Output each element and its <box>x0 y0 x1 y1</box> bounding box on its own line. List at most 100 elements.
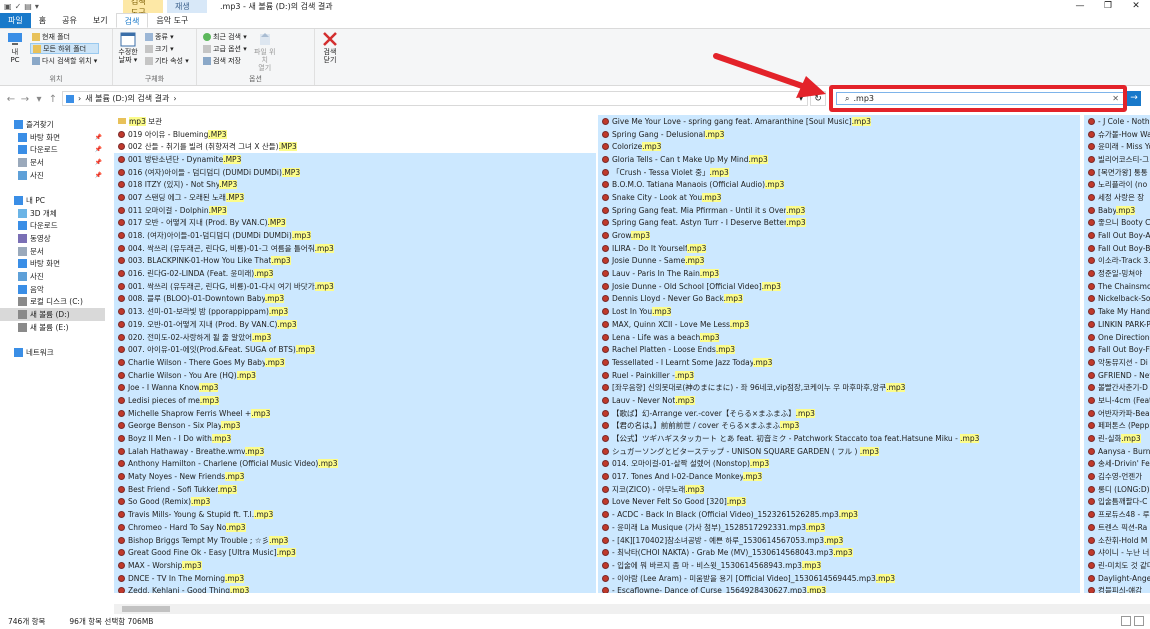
nav-item[interactable]: 문서 <box>0 245 105 258</box>
file-item[interactable]: 입술틈깨팔다-C <box>1084 495 1150 509</box>
file-item[interactable]: - [4K][170402]참소녀공방 - 예쁜 하루_153061456705… <box>598 533 1080 547</box>
file-item[interactable]: 악동뮤지션 - Di <box>1084 356 1150 369</box>
nav-item[interactable]: 내 PC <box>0 194 105 207</box>
up-button[interactable]: ↑ <box>46 94 60 105</box>
tab-5[interactable]: 음악 도구 <box>148 13 196 28</box>
recent-searches-button[interactable]: 최근 검색 ▾ <box>201 31 249 42</box>
file-item[interactable]: 보니-4cm (Feat <box>1084 394 1150 407</box>
tab-2[interactable]: 공유 <box>54 13 85 28</box>
file-item[interactable]: 프로듀스48 - 루 <box>1084 508 1150 521</box>
file-item[interactable]: 볼빨간사춘기-D <box>1084 381 1150 395</box>
nav-item[interactable]: 새 볼륨 (D:) <box>0 308 105 321</box>
close-button[interactable]: ✕ <box>1122 0 1150 13</box>
file-item[interactable]: 019 아이유 - Blueming.MP3 <box>114 128 596 141</box>
file-item[interactable]: Lauv - Paris In The Rain.mp3 <box>598 267 1080 280</box>
file-item[interactable]: 【君の名は。】前前前世 / cover そらる×まふまふ.mp3 <box>598 419 1080 433</box>
file-item[interactable]: Snake City - Look at You.mp3 <box>598 191 1080 204</box>
file-item[interactable]: Love Never Felt So Good [320].mp3 <box>598 495 1080 509</box>
tab-1[interactable]: 홈 <box>31 13 54 28</box>
advanced-options-button[interactable]: 고급 옵션 ▾ <box>201 43 249 54</box>
file-item[interactable]: Colorize.mp3 <box>598 140 1080 154</box>
file-item[interactable]: Charlie Wilson - You Are (HQ).mp3 <box>114 368 596 382</box>
file-item[interactable]: Take My Hand.m <box>1084 305 1150 318</box>
nav-item[interactable]: 바탕 화면 <box>0 258 105 271</box>
nav-item[interactable]: 동영상 <box>0 232 105 245</box>
file-item[interactable]: - ACDC - Back In Black (Official Video)_… <box>598 508 1080 521</box>
file-item[interactable]: 001. 싹쓰리 (유두래곤, 린다G, 비룡)-01-다시 여기 바닷가.mp… <box>114 279 596 293</box>
file-item[interactable]: 004. 싹쓰리 (유두래곤, 린다G, 비룡)-01-그 여름을 틀어줘.mp… <box>114 241 596 255</box>
details-view-button[interactable] <box>1121 616 1131 626</box>
new-folder-icon[interactable]: ▤ <box>24 2 32 11</box>
file-item[interactable]: Travis Mills- Young & Stupid ft. T.I..mp… <box>114 508 596 521</box>
nav-item[interactable]: 즐겨찾기 <box>0 118 105 131</box>
file-item[interactable]: ILIRA - Do It Yourself.mp3 <box>598 241 1080 255</box>
file-item[interactable]: 003. BLACKPINK-01-How You Like That.mp3 <box>114 254 596 268</box>
file-item[interactable]: 016 (여자)아이들 - 덤디덤디 (DUMDi DUMDi).MP3 <box>114 165 596 179</box>
file-item[interactable]: 007 스탠딩 에그 - 오래된 노래.MP3 <box>114 191 596 204</box>
nav-item[interactable]: 바탕 화면 📌 <box>0 131 105 144</box>
tab-0[interactable]: 파일 <box>0 13 31 28</box>
file-item[interactable]: Gloria Tells - Can t Make Up My Mind.mp3 <box>598 153 1080 166</box>
file-item[interactable]: Give Me Your Love - spring gang feat. Am… <box>598 115 1080 128</box>
size-button[interactable]: 크기 ▾ <box>143 43 191 54</box>
tab-4[interactable]: 검색 <box>115 13 149 28</box>
file-item[interactable]: Tessellated - I Learnt Some Jazz Today.m… <box>598 356 1080 369</box>
file-item[interactable]: - J Cole - Nothing <box>1084 115 1150 128</box>
search-go-button[interactable]: → <box>1127 91 1141 106</box>
file-item[interactable]: 트렌스 픽션-Ra <box>1084 521 1150 534</box>
file-item[interactable]: DNCE - TV In The Morning.mp3 <box>114 571 596 585</box>
kind-button[interactable]: 종류 ▾ <box>143 31 191 42</box>
file-item[interactable]: Baby.mp3 <box>1084 203 1150 217</box>
forward-button[interactable]: → <box>18 94 32 105</box>
file-item[interactable]: 린-미치도 것 같다 <box>1084 559 1150 572</box>
properties-icon[interactable]: ✓ <box>15 2 22 11</box>
file-item[interactable]: Ledisi pieces of me.mp3 <box>114 394 596 407</box>
recent-locations-button[interactable]: ▾ <box>32 94 46 105</box>
save-search-button[interactable]: 검색 저장 <box>201 55 249 66</box>
search-again-button[interactable]: 다시 검색할 위치 ▾ <box>30 55 99 66</box>
file-item[interactable]: MAX - Worship.mp3 <box>114 559 596 572</box>
back-button[interactable]: ← <box>4 94 18 105</box>
file-item[interactable]: 020. 전미도-02-사랑하게 될 줄 알았어.mp3 <box>114 330 596 344</box>
file-item[interactable]: Best Friend - Sofi Tukker.mp3 <box>114 482 596 496</box>
file-item[interactable]: 【公式】ツギハギスタッカート とあ feat. 初音ミク - Patchwork… <box>598 432 1080 445</box>
file-item[interactable]: Spring Gang feat. Mia Pfirrman - Until i… <box>598 203 1080 217</box>
nav-item[interactable]: 3D 개체 <box>0 207 105 220</box>
close-search-button[interactable]: 검색 닫기 <box>319 31 341 85</box>
file-item[interactable]: Joe - I Wanna Know.mp3 <box>114 381 596 395</box>
file-item[interactable]: mp3 보관 <box>114 115 596 128</box>
file-item[interactable]: - 최낙타(CHOI NAKTA) - Grab Me (MV)_1530614… <box>598 546 1080 560</box>
nav-item[interactable]: 다운로드 📌 <box>0 143 105 156</box>
file-item[interactable]: 「Crush - Tessa Violet 중」.mp3 <box>598 165 1080 179</box>
nav-item[interactable]: 네트워크 <box>0 346 105 359</box>
file-item[interactable]: 【歌ば】幻-Arrange ver.-cover【そらる×まふまふ】.mp3 <box>598 406 1080 420</box>
file-item[interactable]: 송세-Drivin' Fe <box>1084 457 1150 471</box>
file-item[interactable]: Spring Gang feat. Astyn Turr - I Deserve… <box>598 216 1080 230</box>
file-item[interactable]: GFRIEND - Neve <box>1084 368 1150 382</box>
file-item[interactable]: Spring Gang - Delusional.mp3 <box>598 127 1080 141</box>
maximize-button[interactable]: ❐ <box>1094 0 1122 13</box>
file-item[interactable]: 011 오마이걸 - Dolphin.MP3 <box>114 203 596 217</box>
file-item[interactable]: Fall Out Boy-Fir <box>1084 343 1150 357</box>
large-icons-view-button[interactable] <box>1134 616 1144 626</box>
file-item[interactable]: Zedd, Kehlani - Good Thing.mp3 <box>114 584 596 593</box>
file-item[interactable]: 윤미래 - Miss Yo <box>1084 140 1150 154</box>
file-item[interactable]: Charlie Wilson - There Goes My Baby.mp3 <box>114 356 596 369</box>
file-item[interactable]: MAX, Quinn XCII - Love Me Less.mp3 <box>598 318 1080 331</box>
refresh-button[interactable]: ↻ <box>810 91 826 106</box>
file-item[interactable]: 017 오반 - 어떻게 지내 (Prod. By VAN.C).MP3 <box>114 216 596 230</box>
file-item[interactable]: Ruel - Painkiller -.mp3 <box>598 368 1080 382</box>
file-item[interactable]: Fall Out Boy-Ar <box>1084 229 1150 242</box>
file-item[interactable]: 013. 선미-01-보라빛 밤 (pporappippam).mp3 <box>114 305 596 318</box>
file-item[interactable]: Anthony Hamilton - Charlene (Official Mu… <box>114 457 596 471</box>
file-item[interactable]: 어반자카파-Bea <box>1084 406 1150 420</box>
file-item[interactable]: 샤이니 - 누난 너 <box>1084 546 1150 560</box>
file-item[interactable]: - 입술에 뭐 바르지 좀 마 - 비스윗_1530614568943.mp3.… <box>598 559 1080 572</box>
file-item[interactable]: 슈가볼-How Wa <box>1084 127 1150 141</box>
file-item[interactable]: 김수영-언젠가 <box>1084 470 1150 483</box>
file-item[interactable]: Dennis Lloyd - Never Go Back.mp3 <box>598 292 1080 306</box>
file-item[interactable]: 지코(ZICO) - 아무노래.mp3 <box>598 482 1080 496</box>
horizontal-scrollbar[interactable] <box>114 604 1150 614</box>
address-dropdown-icon[interactable]: ▾ <box>799 94 803 103</box>
file-item[interactable]: 001 방탄소년단 - Dynamite.MP3 <box>114 153 596 166</box>
